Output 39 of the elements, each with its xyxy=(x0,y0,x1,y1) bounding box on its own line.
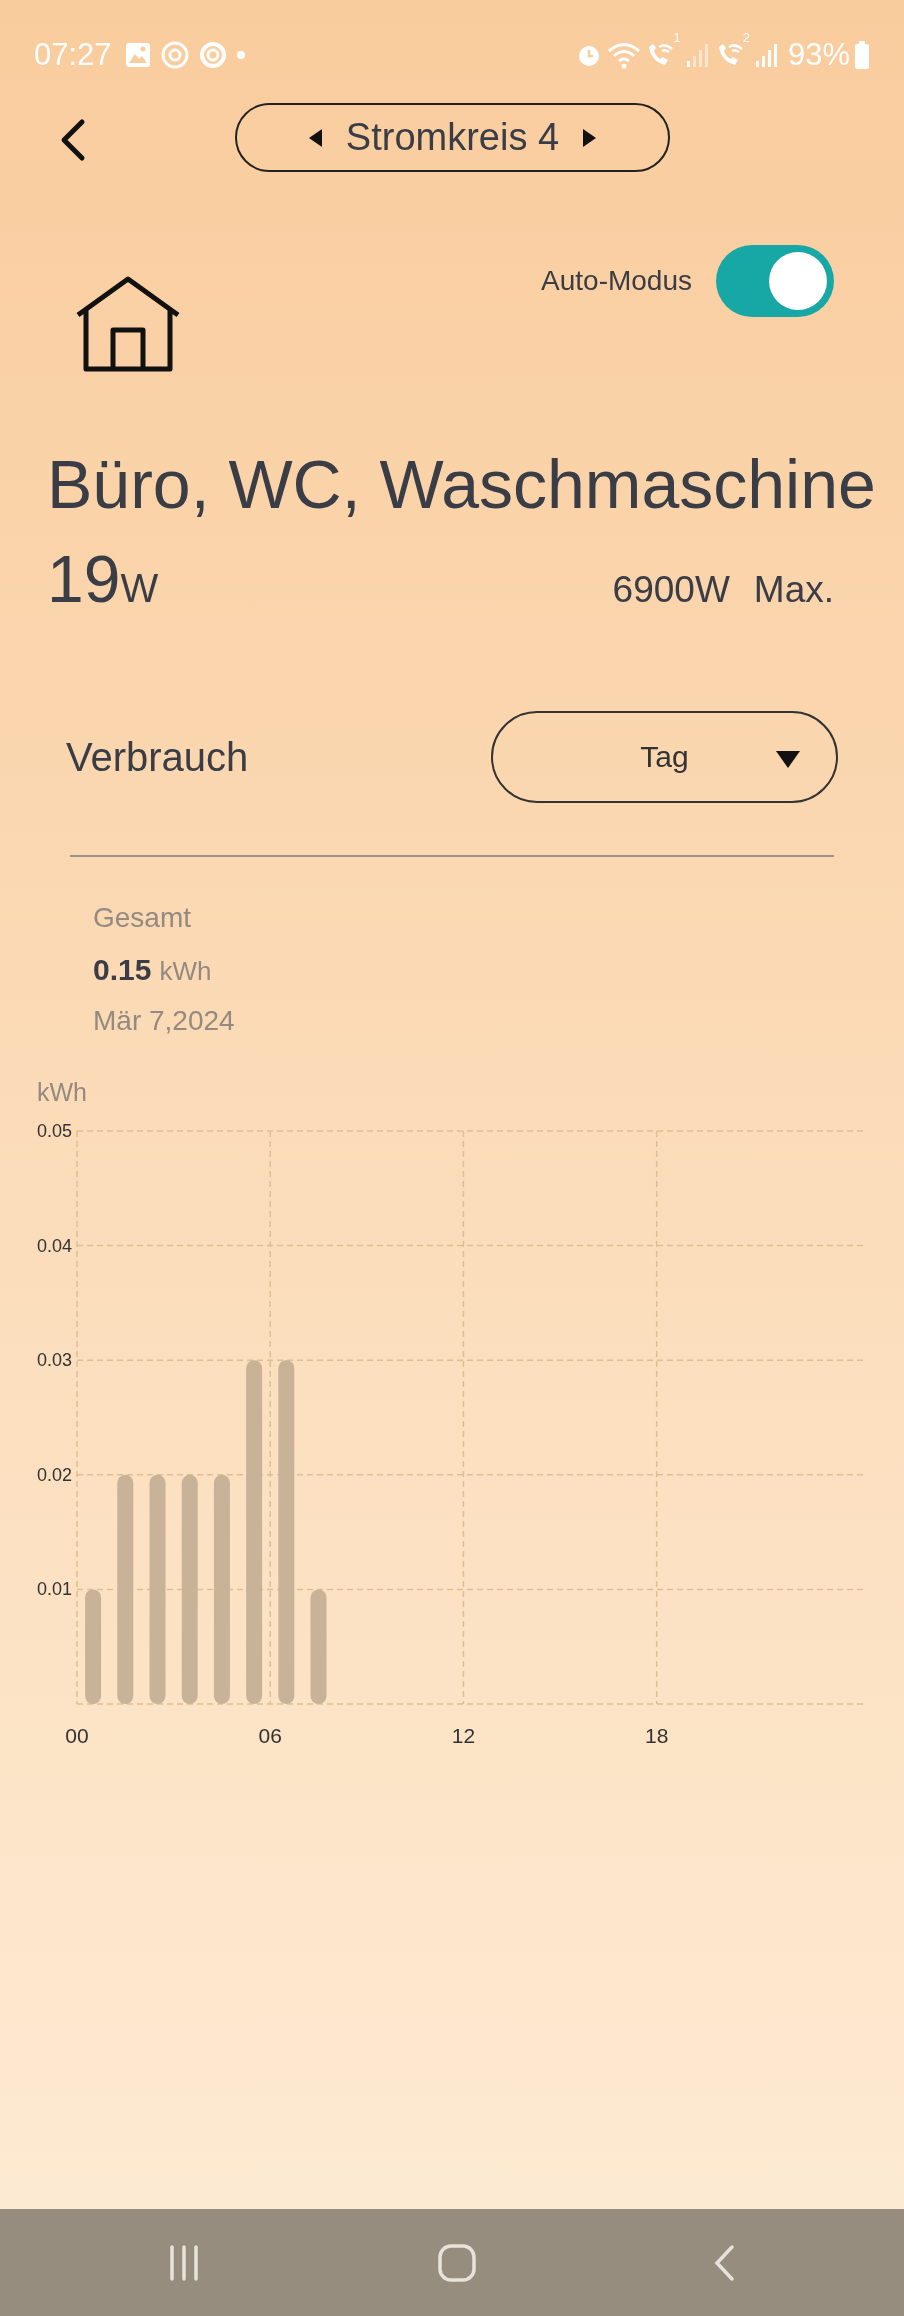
ring-icon xyxy=(197,40,228,70)
sim-number: 1 xyxy=(673,29,681,48)
circuit-title: Büro, WC, Waschmaschine xyxy=(47,447,877,522)
axis-tick-label: 0.02 xyxy=(37,1464,73,1485)
power-value: 19 xyxy=(47,540,121,618)
axis-title: kWh xyxy=(37,1077,87,1106)
axis-tick-label: 06 xyxy=(258,1723,282,1747)
signal-icon xyxy=(753,41,780,69)
home-icon xyxy=(437,2242,477,2283)
status-time: 07:27 xyxy=(34,35,112,74)
power-unit: W xyxy=(120,565,159,612)
axis-tick-label: 0.01 xyxy=(37,1579,73,1600)
total-unit: kWh xyxy=(159,954,212,988)
signal-icon xyxy=(684,41,711,69)
max-power-value: 6900W xyxy=(612,567,730,612)
total-value: 0.15 xyxy=(93,951,152,988)
circuit-name: Stromkreis 4 xyxy=(345,115,560,160)
period-dropdown[interactable]: Tag xyxy=(491,710,838,803)
consumption-label: Verbrauch xyxy=(66,733,249,781)
axis-tick-label: 00 xyxy=(65,1723,89,1747)
axis-tick-label: 12 xyxy=(451,1723,476,1747)
battery-icon xyxy=(854,40,870,70)
max-label: Max. xyxy=(753,567,834,612)
gallery-icon xyxy=(123,41,152,69)
battery-percent: 93% xyxy=(787,35,850,74)
axis-tick-label: 18 xyxy=(645,1723,669,1747)
axis-tick-label: 0.03 xyxy=(37,1350,73,1370)
wifi-icon xyxy=(607,41,642,69)
caret-icon xyxy=(776,750,800,768)
circuit-selector[interactable]: Stromkreis 4 xyxy=(235,103,670,172)
prev-arrow-icon[interactable] xyxy=(308,128,322,147)
total-label: Gesamt xyxy=(93,900,193,935)
next-arrow-icon[interactable] xyxy=(583,128,597,147)
axis-tick-label: 0.05 xyxy=(37,1120,73,1141)
date-label: Mär 7,2024 xyxy=(93,1003,236,1038)
auto-mode-label: Auto-Modus xyxy=(541,264,692,298)
sim-number: 2 xyxy=(742,29,750,48)
dot-icon xyxy=(235,50,246,60)
axis-tick-label: 0.04 xyxy=(37,1235,73,1256)
